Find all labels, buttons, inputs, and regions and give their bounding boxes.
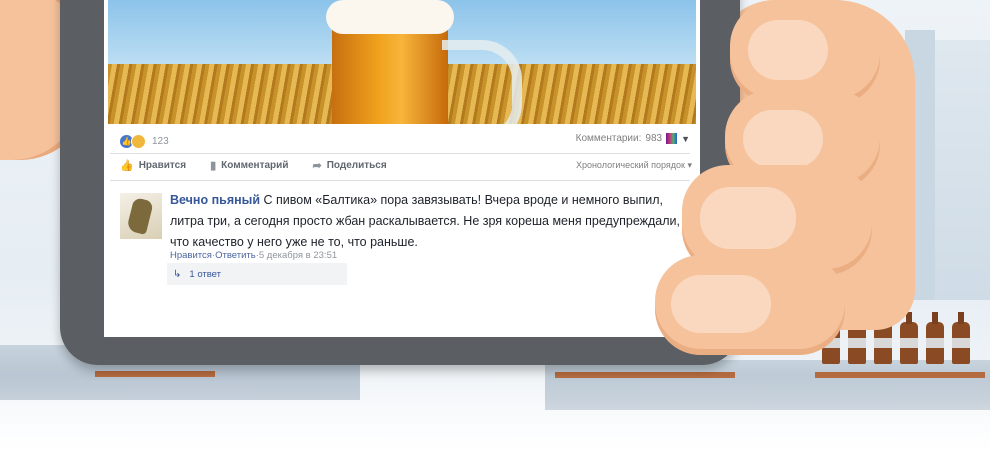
- divider: [110, 180, 690, 181]
- replies-count: 1 ответ: [189, 268, 221, 280]
- haha-icon: [131, 133, 146, 149]
- thumbs-up-icon: 👍: [120, 160, 134, 172]
- post-actions: 👍 Нравится ▮ Комментарий ➦ Поделиться: [120, 159, 411, 172]
- comment-like-link[interactable]: Нравится: [170, 250, 212, 261]
- beer-bottle: [900, 312, 918, 364]
- comment-button[interactable]: ▮ Комментарий: [210, 159, 288, 172]
- beer-bottle: [952, 312, 970, 364]
- sort-order-dropdown[interactable]: Хронологический порядок ▾: [576, 160, 692, 171]
- share-button[interactable]: ➦ Поделиться: [312, 159, 386, 172]
- like-button[interactable]: 👍 Нравится: [120, 159, 186, 172]
- comment-reply-link[interactable]: Ответить: [215, 250, 256, 261]
- comment-body: Вечно пьяный С пивом «Балтика» пора завя…: [170, 190, 690, 253]
- post-banner-image: [108, 0, 696, 124]
- comment-icon: ▮: [210, 160, 217, 172]
- reply-arrow-icon: ↳: [173, 268, 182, 280]
- avatar[interactable]: [120, 193, 162, 239]
- comments-count-control[interactable]: Комментарии: 983 ▼: [576, 133, 690, 144]
- reactions-summary[interactable]: 👍 123: [120, 133, 169, 149]
- tablet-screen: 👍 123 Комментарии: 983 ▼ 👍 Нравится ▮ Ко…: [104, 0, 700, 337]
- share-button-label: Поделиться: [326, 160, 387, 171]
- replies-link[interactable]: ↳ 1 ответ: [167, 263, 347, 285]
- comments-label: Комментарии:: [575, 133, 642, 144]
- chevron-down-icon[interactable]: ▼: [681, 134, 690, 144]
- illustration-scene: 👍 123 Комментарии: 983 ▼ 👍 Нравится ▮ Ко…: [0, 0, 990, 455]
- finger: [655, 255, 845, 355]
- divider: [110, 153, 690, 154]
- page-thumbnail-icon: [666, 133, 678, 144]
- beer-bottle: [926, 312, 944, 364]
- share-arrow-icon: ➦: [312, 160, 322, 172]
- comment-timestamp[interactable]: 5 декабря в 23:51: [259, 250, 337, 261]
- comments-count: 983: [645, 133, 663, 144]
- comment-meta: Нравится · Ответить · 5 декабря в 23:51: [170, 250, 337, 261]
- sort-order-label: Хронологический порядок: [575, 160, 685, 170]
- chevron-down-icon: ▾: [687, 160, 692, 170]
- comment-button-label: Комментарий: [221, 160, 289, 171]
- comment-author[interactable]: Вечно пьяный: [170, 193, 260, 207]
- like-button-label: Нравится: [138, 160, 187, 171]
- reaction-count: 123: [152, 135, 169, 147]
- bottom-fade: [0, 375, 990, 455]
